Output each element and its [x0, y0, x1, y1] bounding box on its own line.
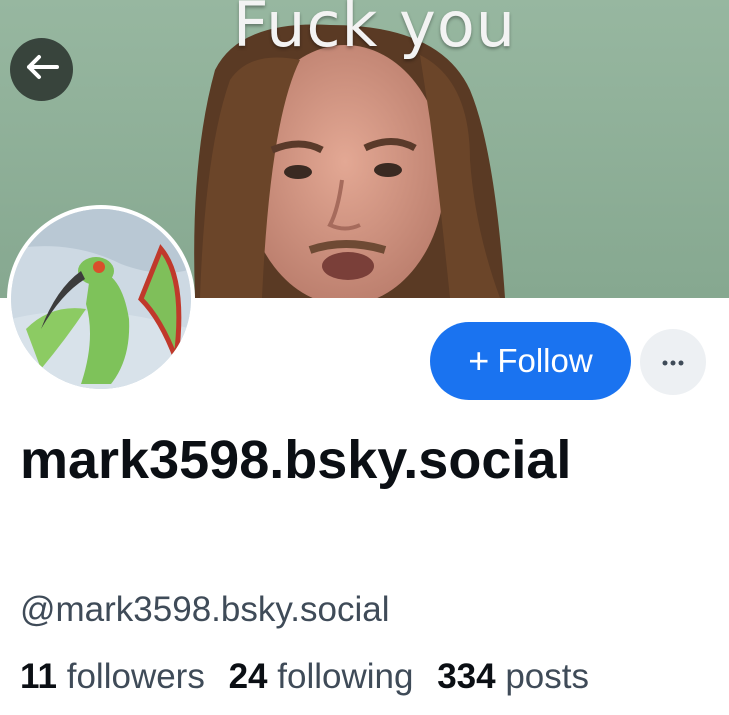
- banner-caption: Fuck you: [232, 0, 517, 61]
- following-label: following: [277, 657, 414, 696]
- followers-count: 11: [20, 657, 57, 696]
- posts-stat: 334 posts: [437, 657, 589, 696]
- back-button[interactable]: [10, 38, 73, 101]
- handle: @mark3598.bsky.social: [20, 590, 390, 629]
- following-stat[interactable]: 24 following: [229, 657, 414, 696]
- display-name: mark3598.bsky.social: [20, 430, 572, 490]
- more-options-button[interactable]: [640, 329, 706, 395]
- follow-button[interactable]: + Follow: [430, 322, 631, 400]
- avatar-image: [11, 209, 191, 389]
- follow-label: Follow: [497, 342, 593, 379]
- avatar[interactable]: [7, 205, 195, 393]
- followers-label: followers: [66, 657, 205, 696]
- arrow-left-icon: [25, 54, 59, 85]
- posts-count: 334: [437, 657, 496, 696]
- posts-label: posts: [505, 657, 589, 696]
- followers-stat[interactable]: 11 followers: [20, 657, 205, 696]
- plus-icon: +: [468, 340, 490, 381]
- ellipsis-icon: [662, 353, 684, 371]
- profile-stats: 11 followers 24 following 334 posts: [20, 657, 603, 697]
- following-count: 24: [228, 657, 268, 696]
